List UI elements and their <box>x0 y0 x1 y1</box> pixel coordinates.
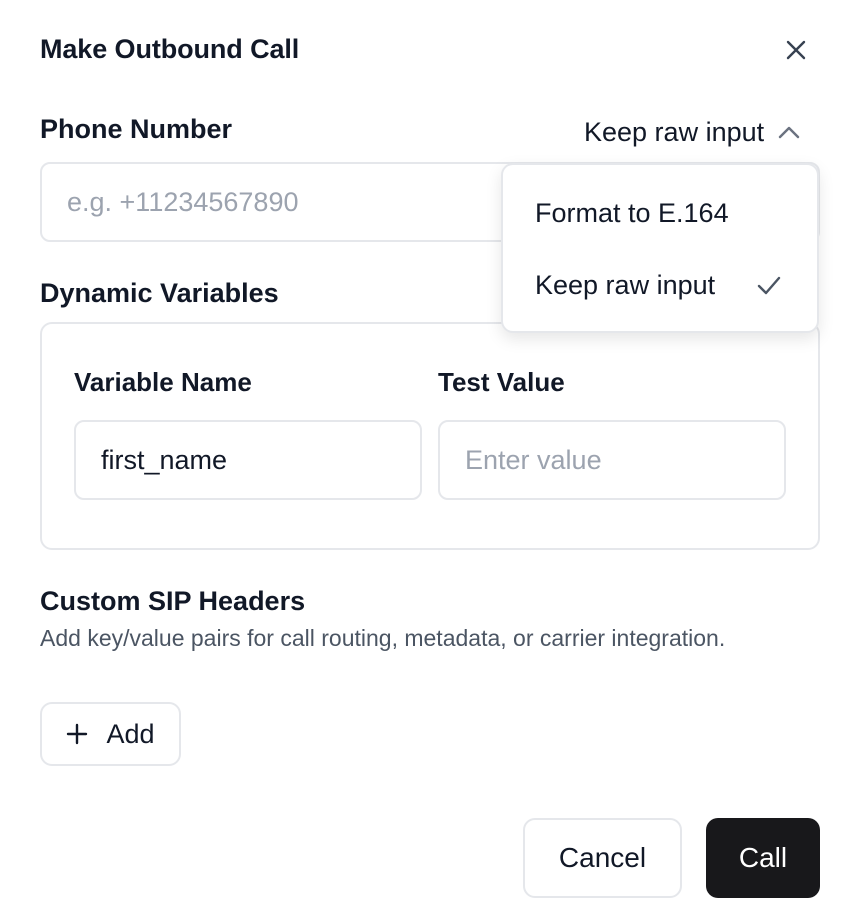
add-sip-header-label: Add <box>106 718 155 749</box>
format-option-label: Keep raw input <box>535 269 716 300</box>
close-button[interactable] <box>780 34 812 66</box>
check-icon <box>757 276 781 295</box>
plus-icon <box>67 723 88 745</box>
custom-sip-headers-description: Add key/value pairs for call routing, me… <box>40 625 726 651</box>
chevron-up-icon <box>778 126 800 139</box>
variable-name-header: Variable Name <box>74 367 252 397</box>
phone-format-toggle[interactable]: Keep raw input <box>584 114 800 150</box>
dialog-title: Make Outbound Call <box>40 34 300 64</box>
format-option-label: Format to E.164 <box>535 197 729 228</box>
close-icon <box>786 40 806 60</box>
phone-format-menu: Format to E.164 Keep raw input <box>501 163 819 333</box>
phone-number-placeholder: e.g. +11234567890 <box>67 186 299 217</box>
cancel-button[interactable]: Cancel <box>523 818 682 898</box>
test-value-input[interactable]: Enter value <box>438 420 786 500</box>
custom-sip-headers-label: Custom SIP Headers <box>40 586 306 616</box>
variable-name-value: first_name <box>101 444 228 475</box>
phone-number-label: Phone Number <box>40 114 233 144</box>
add-sip-header-button[interactable]: Add <box>40 702 181 766</box>
format-option-raw[interactable]: Keep raw input <box>513 257 809 313</box>
format-option-e164[interactable]: Format to E.164 <box>513 185 809 241</box>
test-value-header: Test Value <box>438 367 565 397</box>
variable-name-input[interactable]: first_name <box>74 420 422 500</box>
test-value-placeholder: Enter value <box>465 444 602 475</box>
phone-format-selected: Keep raw input <box>584 116 765 147</box>
call-button[interactable]: Call <box>706 818 820 898</box>
dynamic-variables-label: Dynamic Variables <box>40 278 279 308</box>
